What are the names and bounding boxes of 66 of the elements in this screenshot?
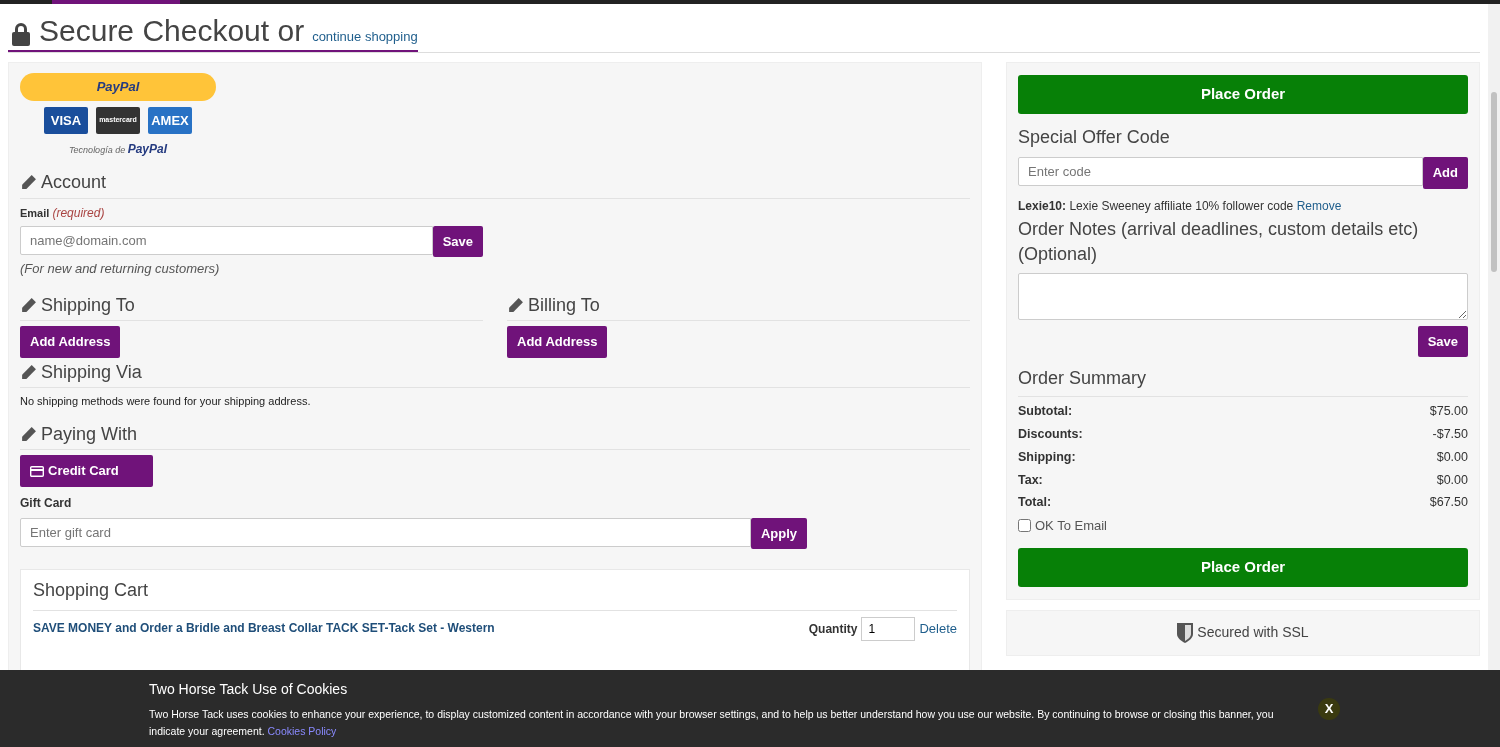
summary-value: -$7.50 bbox=[1432, 426, 1468, 444]
section-heading: Paying With bbox=[41, 423, 138, 446]
pencil-icon bbox=[20, 174, 37, 192]
cart-heading: Shopping Cart bbox=[33, 580, 957, 611]
paypal-button[interactable]: PayPal bbox=[20, 73, 216, 101]
required-note: (required) bbox=[52, 205, 105, 220]
delete-link[interactable]: Delete bbox=[919, 619, 957, 639]
code-name: Lexie10: bbox=[1018, 198, 1067, 213]
summary-label: Total: bbox=[1018, 494, 1052, 512]
summary-value: $0.00 bbox=[1436, 448, 1468, 466]
code-description: Lexie Sweeney affiliate 10% follower code bbox=[1069, 198, 1294, 213]
pencil-icon bbox=[507, 296, 524, 314]
section-heading: Order Notes (arrival deadlines, custom details etc) (Optional) bbox=[1018, 217, 1420, 266]
ok-to-email-checkbox[interactable] bbox=[1018, 519, 1031, 533]
offer-code-field[interactable]: Enter code bbox=[1018, 157, 1423, 186]
continue-shopping-link[interactable]: continue shopping bbox=[312, 26, 418, 46]
banner-title: Two Horse Tack Use of Cookies bbox=[149, 680, 349, 699]
quantity-field[interactable]: 1 bbox=[861, 616, 916, 641]
email-field[interactable]: name@domain.com bbox=[20, 225, 433, 255]
order-notes-field[interactable] bbox=[1018, 272, 1468, 320]
place-order-button[interactable]: Place Order bbox=[1018, 75, 1468, 114]
cookies-policy-link[interactable]: Cookies Policy bbox=[267, 725, 337, 738]
add-address-button[interactable]: Add Address bbox=[507, 326, 608, 358]
shipping-message: No shipping methods were found for your shipping address. bbox=[20, 394, 312, 410]
section-heading: Order Summary bbox=[1018, 365, 1468, 398]
section-heading: Shipping To bbox=[41, 294, 135, 317]
quantity-label: Quantity bbox=[808, 620, 858, 638]
summary-value: $67.50 bbox=[1429, 494, 1468, 512]
card-logo: AMEX bbox=[148, 107, 192, 134]
pencil-icon bbox=[20, 364, 37, 381]
card-logo: VISA bbox=[44, 107, 88, 134]
powered-by-text: Tecnología de bbox=[68, 145, 126, 155]
pencil-icon bbox=[20, 296, 37, 314]
section-heading: Shipping Via bbox=[41, 361, 142, 384]
pencil-icon bbox=[20, 426, 37, 444]
save-button[interactable]: Save bbox=[1417, 325, 1468, 358]
summary-value: $75.00 bbox=[1429, 403, 1468, 421]
shield-icon bbox=[1177, 622, 1194, 643]
field-label: Email bbox=[20, 206, 50, 219]
summary-label: Discounts: bbox=[1018, 426, 1083, 444]
credit-card-icon bbox=[30, 465, 44, 477]
field-label: Gift Card bbox=[20, 494, 73, 512]
apply-button[interactable]: Apply bbox=[750, 517, 807, 550]
hint-text: (For new and returning customers) bbox=[20, 260, 221, 279]
gift-card-field[interactable]: Enter gift card bbox=[20, 517, 751, 547]
lock-icon bbox=[11, 22, 31, 46]
summary-label: Subtotal: bbox=[1018, 403, 1073, 421]
banner-text: Two Horse Tack uses cookies to enhance your experience, to display customized content in accordance with your browser settings, and to help us better understand how you use our website. By continuing to browse or closing this banner, you indicate your agreement. Cookies Policy bbox=[149, 707, 1275, 740]
summary-label: Shipping: bbox=[1018, 448, 1076, 466]
credit-card-button[interactable]: Credit Card bbox=[20, 455, 153, 487]
summary-value: $0.00 bbox=[1436, 471, 1468, 489]
section-heading: Billing To bbox=[528, 294, 600, 317]
save-button[interactable]: Save bbox=[432, 225, 483, 258]
section-heading: Special Offer Code bbox=[1018, 126, 1171, 149]
page-title: Secure Checkout or bbox=[39, 16, 305, 46]
checkbox-label: OK To Email bbox=[1035, 517, 1107, 536]
add-address-button[interactable]: Add Address bbox=[20, 326, 121, 358]
ssl-text: Secured with SSL bbox=[1197, 623, 1309, 643]
paypal-logo: PayPal bbox=[127, 142, 168, 156]
product-link[interactable]: SAVE MONEY and Order a Bridle and Breast Collar TACK SET-Tack Set - Western bbox=[33, 618, 495, 637]
section-heading: Account bbox=[41, 172, 107, 194]
place-order-button[interactable]: Place Order bbox=[1018, 547, 1468, 587]
add-button[interactable]: Add bbox=[1422, 157, 1468, 189]
summary-label: Tax: bbox=[1018, 471, 1043, 489]
close-button[interactable]: X bbox=[1318, 698, 1340, 720]
remove-link[interactable]: Remove bbox=[1296, 198, 1342, 213]
